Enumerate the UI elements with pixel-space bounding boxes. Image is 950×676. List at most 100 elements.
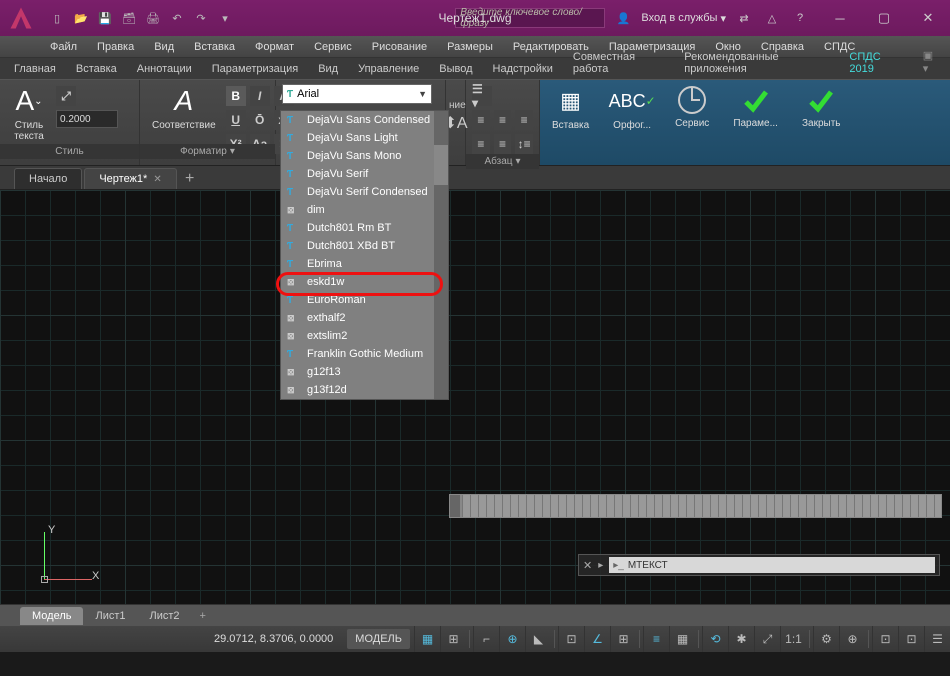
share-icon[interactable]: △ — [762, 8, 782, 28]
status-anno-auto[interactable]: ⤢ — [754, 626, 780, 652]
align-center[interactable]: ≡ — [494, 110, 512, 130]
font-option[interactable]: ⊠extslim2 — [281, 327, 448, 345]
bullet-button[interactable]: ☰ ▾ — [472, 86, 492, 106]
underline-button[interactable]: U — [226, 110, 246, 130]
status-cycling[interactable]: ⟲ — [702, 626, 728, 652]
text-edit-widget[interactable] — [449, 494, 942, 518]
font-selector[interactable]: Ƭ Arial ▼ — [282, 84, 432, 104]
italic-button[interactable]: I — [250, 86, 270, 106]
font-option[interactable]: ⊠exthalf2 — [281, 309, 448, 327]
tools-button[interactable]: Сервис — [669, 82, 715, 131]
qat-more[interactable]: ▾ — [214, 7, 236, 29]
close-editor-button[interactable]: Закрыть — [796, 82, 847, 131]
ribbon-tab[interactable]: Параметризация — [202, 59, 308, 79]
font-option[interactable]: ƬEbrima — [281, 255, 448, 273]
ribbon-tab[interactable]: Управление — [348, 59, 429, 79]
font-option[interactable]: ƬDejaVu Serif Condensed — [281, 183, 448, 201]
cmdbar-close-icon[interactable]: ✕ — [583, 559, 592, 572]
font-option[interactable]: ƬFranklin Gothic Medium — [281, 345, 448, 363]
font-option[interactable]: ƬDutch801 XBd BT — [281, 237, 448, 255]
text-style-button[interactable]: A⌄ Стиль текста — [6, 82, 52, 144]
menu-item[interactable]: Сервис — [304, 41, 362, 53]
status-osnap[interactable]: ⊡ — [558, 626, 584, 652]
font-option[interactable]: ƬDejaVu Sans Condensed — [281, 111, 448, 129]
menu-item[interactable]: Рисование — [362, 41, 437, 53]
exchange-icon[interactable]: ⇄ — [734, 8, 754, 28]
layout-tab-model[interactable]: Модель — [20, 607, 83, 625]
help-icon[interactable]: ? — [790, 8, 810, 28]
font-dropdown[interactable]: ƬDejaVu Sans Condensed ƬDejaVu Sans Ligh… — [280, 110, 449, 400]
status-units[interactable]: ⊡ — [872, 626, 898, 652]
dropdown-scrollbar[interactable] — [434, 111, 448, 399]
menu-item[interactable]: Правка — [87, 41, 144, 53]
insert-button[interactable]: ▦ Вставка — [546, 82, 595, 133]
font-option[interactable]: ƬEuroRoman — [281, 291, 448, 309]
font-option[interactable]: ƬDejaVu Sans Mono — [281, 147, 448, 165]
status-dyn[interactable]: ⊞ — [610, 626, 636, 652]
font-option[interactable]: ƬDutch801 Rm BT — [281, 219, 448, 237]
menu-item[interactable]: Файл — [40, 41, 87, 53]
menu-item[interactable]: Размеры — [437, 41, 503, 53]
font-option[interactable]: ƬDejaVu Serif — [281, 165, 448, 183]
qat-saveall[interactable]: 🗃 — [118, 7, 140, 29]
status-lwt[interactable]: ≡ — [643, 626, 669, 652]
minimize-button[interactable]: ─ — [818, 4, 862, 32]
menu-item[interactable]: Вставка — [184, 41, 245, 53]
overline-button[interactable]: Ō — [250, 110, 270, 130]
qat-print[interactable]: 🖨 — [142, 7, 164, 29]
bold-button[interactable]: B — [226, 86, 246, 106]
font-option[interactable]: ⊠g13f12d — [281, 381, 448, 399]
close-tab-icon[interactable]: ✕ — [153, 174, 161, 185]
align-dist[interactable]: ≡ — [494, 134, 512, 154]
status-qp[interactable]: ⊡ — [898, 626, 924, 652]
qat-open[interactable]: 📂 — [70, 7, 92, 29]
font-option[interactable]: ⊠g12f13 — [281, 363, 448, 381]
new-tab-button[interactable]: + — [179, 169, 201, 189]
status-model-toggle[interactable]: МОДЕЛЬ — [347, 629, 410, 649]
line-spacing[interactable]: ↕≡ — [515, 134, 533, 154]
ribbon-tab[interactable]: Главная — [4, 59, 66, 79]
font-option[interactable]: ⊠eskd1w — [281, 273, 448, 291]
ribbon-tab[interactable]: Рекомендованные приложения — [674, 47, 839, 79]
qat-redo[interactable]: ↷ — [190, 7, 212, 29]
signin-button[interactable]: Вход в службы ▾ — [641, 12, 726, 25]
status-scale[interactable]: 1:1 — [780, 626, 806, 652]
align-just[interactable]: ≡ — [472, 134, 490, 154]
layout-add-button[interactable]: + — [192, 610, 214, 622]
options-button[interactable]: Параме... — [727, 82, 784, 131]
ribbon-tab[interactable]: Вставка — [66, 59, 127, 79]
status-anno[interactable]: ✱ — [728, 626, 754, 652]
menu-item[interactable]: Вид — [144, 41, 184, 53]
status-monitor[interactable]: ⊕ — [839, 626, 865, 652]
status-workspace[interactable]: ⚙ — [813, 626, 839, 652]
ribbon-tab[interactable]: СПДС 2019 — [839, 47, 912, 79]
close-button[interactable]: ✕ — [906, 4, 950, 32]
align-left[interactable]: ≡ — [472, 110, 490, 130]
ribbon-tab[interactable]: Надстройки — [483, 59, 563, 79]
status-custom[interactable]: ☰ — [924, 626, 950, 652]
status-snap[interactable]: ⊞ — [440, 626, 466, 652]
app-logo[interactable] — [0, 0, 42, 36]
file-tab-document[interactable]: Чертеж1*✕ — [84, 168, 176, 189]
menu-item[interactable]: Формат — [245, 41, 304, 53]
text-height-input[interactable] — [56, 110, 118, 128]
font-option[interactable]: ⊠dim — [281, 201, 448, 219]
align-right[interactable]: ≡ — [515, 110, 533, 130]
signin-icon[interactable]: 👤 — [613, 8, 633, 28]
layout-tab[interactable]: Лист2 — [138, 607, 192, 625]
annotative-toggle[interactable]: ⤢ — [56, 86, 76, 106]
status-polar[interactable]: ⊕ — [499, 626, 525, 652]
ribbon-collapse[interactable]: ▣ ▾ — [913, 45, 950, 79]
drawing-canvas[interactable]: YX ✕ ▸ ▸_МТЕКСТ — [0, 190, 950, 604]
file-tab-start[interactable]: Начало — [14, 168, 82, 189]
status-ortho[interactable]: ⌐ — [473, 626, 499, 652]
status-otrack[interactable]: ∠ — [584, 626, 610, 652]
font-option[interactable]: ƬDejaVu Sans Light — [281, 129, 448, 147]
maximize-button[interactable]: ▢ — [862, 4, 906, 32]
ribbon-tab[interactable]: Совместная работа — [563, 47, 674, 79]
qat-undo[interactable]: ↶ — [166, 7, 188, 29]
status-grid[interactable]: ▦ — [414, 626, 440, 652]
qat-new[interactable]: ▯ — [46, 7, 68, 29]
command-bar[interactable]: ✕ ▸ ▸_МТЕКСТ — [578, 554, 940, 576]
layout-tab[interactable]: Лист1 — [83, 607, 137, 625]
